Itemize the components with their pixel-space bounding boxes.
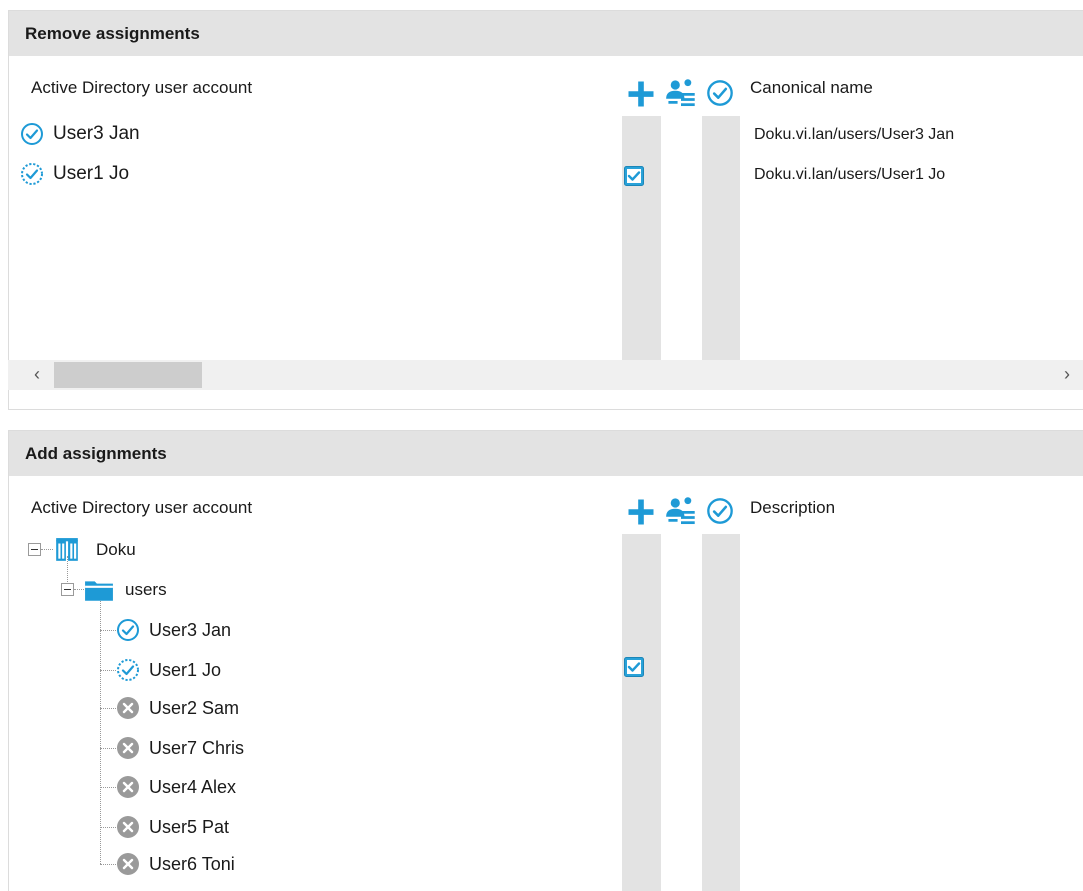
account-column-header[interactable]: Active Directory user account <box>31 498 252 518</box>
dashed-check-circle-icon <box>20 162 44 186</box>
user-name: User3 Jan <box>149 619 232 640</box>
add-column-band <box>622 116 661 360</box>
user-name: User2 Sam <box>149 697 240 718</box>
add-checkbox[interactable] <box>624 657 644 677</box>
user-name: User6 Toni <box>149 853 235 874</box>
remove-assignments-header: Remove assignments <box>9 11 1083 56</box>
tree-connector <box>100 708 116 709</box>
domain-building-icon <box>54 537 80 563</box>
remove-assignments-panel: Remove assignments <box>8 10 1083 410</box>
domain-label: Doku <box>96 540 136 559</box>
x-circle-icon <box>116 696 140 720</box>
tree-node-ou[interactable]: users <box>125 577 167 603</box>
tree-connector <box>41 549 53 550</box>
tree-connector <box>100 670 116 671</box>
user-name: User7 Chris <box>149 737 245 758</box>
check-circle-icon[interactable] <box>706 497 734 525</box>
description-column-header[interactable]: Description <box>750 498 835 518</box>
add-checkbox[interactable] <box>624 166 644 186</box>
canonical-name: Doku.vi.lan/users/User3 Jan <box>754 126 955 143</box>
plus-icon[interactable] <box>626 79 656 109</box>
status-column-band <box>702 534 740 891</box>
collapse-toggle[interactable] <box>28 543 41 556</box>
ou-label: users <box>125 580 167 599</box>
tree-connector <box>100 787 116 788</box>
tree-user-item[interactable]: User7 Chris <box>116 735 244 761</box>
user-group-icon[interactable] <box>665 78 697 108</box>
folder-icon <box>84 578 114 602</box>
tree-connector <box>74 589 84 590</box>
plus-icon[interactable] <box>626 497 656 527</box>
collapse-toggle[interactable] <box>61 583 74 596</box>
dashed-check-circle-icon <box>116 658 140 682</box>
account-column-header[interactable]: Active Directory user account <box>31 78 252 98</box>
tree-user-item[interactable]: User3 Jan <box>116 617 231 643</box>
list-item[interactable]: User1 Jo <box>20 160 129 188</box>
x-circle-icon <box>116 775 140 799</box>
status-column-band <box>702 116 740 360</box>
add-assignments-title: Add assignments <box>25 443 167 463</box>
tree-user-item[interactable]: User4 Alex <box>116 774 236 800</box>
scroll-right-button[interactable]: › <box>1064 364 1070 385</box>
remove-assignments-title: Remove assignments <box>25 23 200 43</box>
user-group-icon[interactable] <box>665 496 697 526</box>
check-circle-icon <box>116 618 140 642</box>
x-circle-icon <box>116 852 140 876</box>
tree-connector <box>100 630 116 631</box>
horizontal-scrollbar[interactable]: ‹ › <box>8 360 1083 390</box>
add-column-band <box>622 534 661 891</box>
check-circle-icon <box>20 122 44 146</box>
x-circle-icon <box>116 815 140 839</box>
tree-connector <box>100 748 116 749</box>
user-name: User1 Jo <box>53 163 130 184</box>
user-name: User1 Jo <box>149 659 222 680</box>
scroll-left-button[interactable]: ‹ <box>34 364 40 385</box>
add-assignments-header: Add assignments <box>9 431 1083 476</box>
user-name: User4 Alex <box>149 776 237 797</box>
user-name: User3 Jan <box>53 123 140 144</box>
x-circle-icon <box>116 736 140 760</box>
tree-user-item[interactable]: User2 Sam <box>116 695 239 721</box>
tree-connector <box>100 864 116 865</box>
tree-user-item[interactable]: User5 Pat <box>116 814 229 840</box>
tree-node-domain[interactable]: Doku <box>96 537 136 563</box>
canonical-column-header[interactable]: Canonical name <box>750 78 873 98</box>
check-circle-icon[interactable] <box>706 79 734 107</box>
canonical-name: Doku.vi.lan/users/User1 Jo <box>754 166 946 183</box>
tree-connector <box>100 598 101 864</box>
scrollbar-thumb[interactable] <box>54 362 202 388</box>
list-item[interactable]: User3 Jan <box>20 120 140 148</box>
tree-user-item[interactable]: User1 Jo <box>116 657 221 683</box>
user-name: User5 Pat <box>149 816 230 837</box>
tree-user-item[interactable]: User6 Toni <box>116 851 235 877</box>
tree-connector <box>100 827 116 828</box>
